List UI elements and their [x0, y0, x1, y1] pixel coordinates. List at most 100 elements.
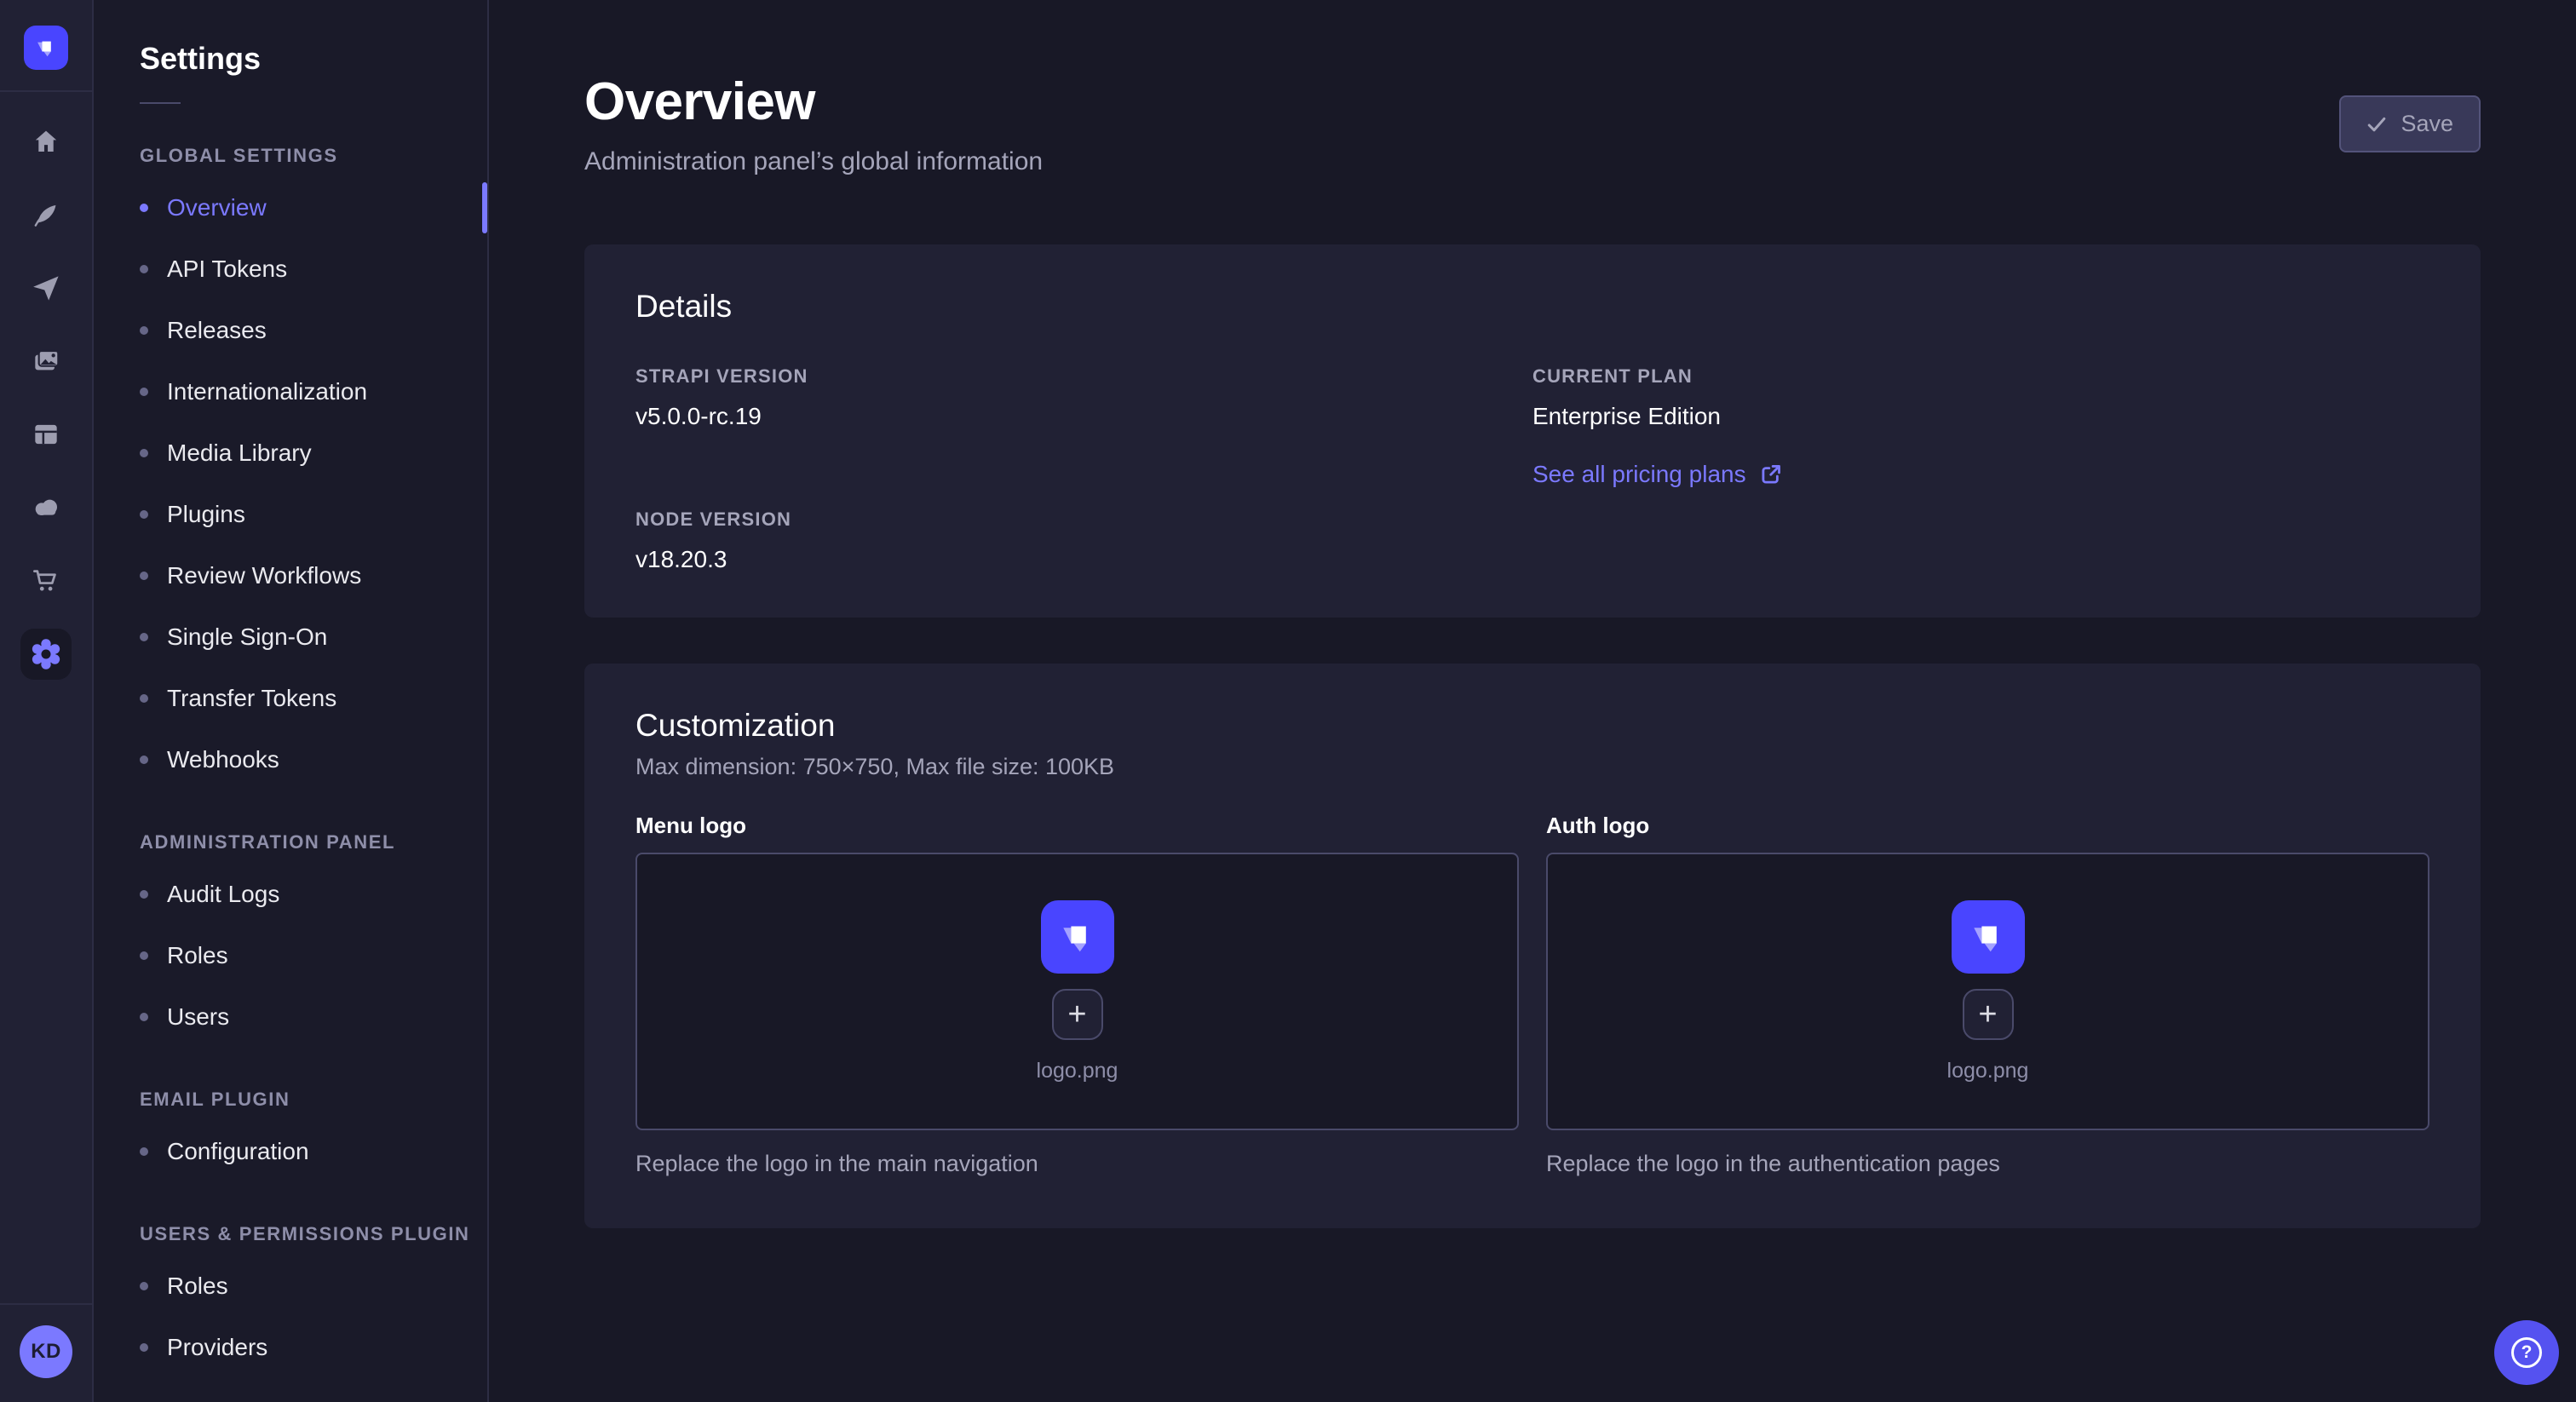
subnav-item-review-workflows[interactable]: Review Workflows — [94, 545, 487, 606]
menu-logo-column: Menu logo + logo.png Replace the logo — [635, 780, 1519, 1177]
cloud-icon[interactable] — [20, 482, 72, 533]
subnav-item-up-roles[interactable]: Roles — [94, 1255, 487, 1317]
subnav-item-label: Roles — [167, 942, 228, 969]
plus-icon: + — [1978, 998, 1997, 1031]
subnav-item-label: Overview — [167, 194, 267, 221]
subnav-item-email-configuration[interactable]: Configuration — [94, 1121, 487, 1182]
content-type-builder-layout-icon[interactable] — [20, 409, 72, 460]
subnav-item-transfer-tokens[interactable]: Transfer Tokens — [94, 668, 487, 729]
subnav-item-plugins[interactable]: Plugins — [94, 484, 487, 545]
users-permissions-list: Roles Providers — [94, 1255, 487, 1378]
plus-icon: + — [1067, 998, 1086, 1031]
details-title: Details — [635, 289, 2429, 325]
subnav-item-overview[interactable]: Overview — [94, 177, 487, 238]
subnav-item-api-tokens[interactable]: API Tokens — [94, 238, 487, 300]
app-root: KD Settings Global Settings Overview API… — [0, 0, 2576, 1402]
bullet-icon — [140, 326, 148, 335]
current-plan-field: Current plan Enterprise Edition — [1532, 365, 2429, 430]
section-administration-panel: Administration Panel — [94, 831, 487, 853]
question-mark-icon: ? — [2511, 1337, 2542, 1368]
subnav-item-label: Single Sign-On — [167, 623, 327, 651]
subnav-item-admin-users[interactable]: Users — [94, 986, 487, 1048]
subnav-item-webhooks[interactable]: Webhooks — [94, 729, 487, 790]
home-icon[interactable] — [20, 116, 72, 167]
subnav-item-up-providers[interactable]: Providers — [94, 1317, 487, 1378]
bullet-icon — [140, 1147, 148, 1156]
rail-icon-list — [20, 116, 72, 702]
save-button-label: Save — [2401, 111, 2453, 137]
page-title-block: Overview Administration panel’s global i… — [584, 72, 1043, 176]
current-plan-label: Current plan — [1532, 365, 2429, 388]
menu-logo-preview — [1041, 900, 1114, 974]
subnav-item-label: Audit Logs — [167, 881, 279, 908]
customization-card: Customization Max dimension: 750×750, Ma… — [584, 664, 2481, 1228]
pricing-plans-link-label: See all pricing plans — [1532, 461, 1746, 488]
menu-logo-upload-box[interactable]: + logo.png — [635, 853, 1519, 1130]
subnav-item-label: Media Library — [167, 440, 312, 467]
details-card: Details Strapi Version v5.0.0-rc.19 Node… — [584, 244, 2481, 618]
bullet-icon — [140, 951, 148, 960]
menu-logo-add-button[interactable]: + — [1052, 989, 1103, 1040]
settings-gear-icon[interactable] — [20, 629, 72, 680]
marketplace-cart-icon[interactable] — [20, 555, 72, 606]
node-version-label: Node Version — [635, 509, 1532, 531]
settings-subnav: Settings Global Settings Overview API To… — [94, 0, 489, 1402]
media-library-images-icon[interactable] — [20, 336, 72, 387]
content-manager-feather-icon[interactable] — [20, 189, 72, 240]
current-plan-value: Enterprise Edition — [1532, 403, 2429, 430]
customization-title: Customization — [635, 708, 2429, 744]
save-button[interactable]: Save — [2339, 95, 2481, 152]
subnav-title-divider — [140, 102, 181, 104]
subnav-item-releases[interactable]: Releases — [94, 300, 487, 361]
bullet-icon — [140, 265, 148, 273]
details-right-column: Current plan Enterprise Edition See all … — [1532, 365, 2429, 573]
subnav-item-label: Configuration — [167, 1138, 309, 1165]
details-grid: Strapi Version v5.0.0-rc.19 Node Version… — [635, 365, 2429, 573]
auth-logo-preview — [1952, 900, 2025, 974]
rail-bottom-divider — [0, 1303, 93, 1305]
page-header: Overview Administration panel’s global i… — [584, 72, 2481, 176]
bullet-icon — [140, 756, 148, 764]
node-version-value: v18.20.3 — [635, 546, 1532, 573]
details-left-column: Strapi Version v5.0.0-rc.19 Node Version… — [635, 365, 1532, 573]
strapi-version-field: Strapi Version v5.0.0-rc.19 — [635, 365, 1532, 430]
subnav-item-label: Transfer Tokens — [167, 685, 336, 712]
email-plugin-list: Configuration — [94, 1121, 487, 1182]
help-button[interactable]: ? — [2494, 1320, 2559, 1385]
customization-subtitle: Max dimension: 750×750, Max file size: 1… — [635, 754, 2429, 780]
auth-logo-column: Auth logo + logo.png Replace the logo — [1546, 780, 2429, 1177]
auth-logo-add-button[interactable]: + — [1963, 989, 2014, 1040]
subnav-item-label: Users — [167, 1003, 229, 1031]
bullet-icon — [140, 204, 148, 212]
pricing-plans-link[interactable]: See all pricing plans — [1532, 461, 1782, 488]
strapi-version-value: v5.0.0-rc.19 — [635, 403, 1532, 430]
bullet-icon — [140, 510, 148, 519]
subnav-item-label: Providers — [167, 1334, 267, 1361]
auth-logo-upload-box[interactable]: + logo.png — [1546, 853, 2429, 1130]
deploy-plane-icon[interactable] — [20, 262, 72, 313]
menu-logo-label: Menu logo — [635, 813, 1519, 839]
subnav-item-audit-logs[interactable]: Audit Logs — [94, 864, 487, 925]
menu-logo-caption: Replace the logo in the main navigation — [635, 1151, 1519, 1177]
rail-divider — [0, 90, 93, 92]
subnav-item-media-library[interactable]: Media Library — [94, 422, 487, 484]
auth-logo-filename: logo.png — [1947, 1059, 2029, 1083]
subnav-item-single-sign-on[interactable]: Single Sign-On — [94, 606, 487, 668]
subnav-item-internationalization[interactable]: Internationalization — [94, 361, 487, 422]
strapi-logo[interactable] — [24, 26, 68, 70]
subnav-item-label: Roles — [167, 1273, 228, 1300]
administration-panel-list: Audit Logs Roles Users — [94, 864, 487, 1048]
user-avatar[interactable]: KD — [20, 1325, 72, 1378]
section-global-settings: Global Settings — [94, 145, 487, 167]
subnav-item-admin-roles[interactable]: Roles — [94, 925, 487, 986]
logo-grid: Menu logo + logo.png Replace the logo — [635, 780, 2429, 1177]
page-subtitle: Administration panel’s global informatio… — [584, 147, 1043, 176]
bullet-icon — [140, 633, 148, 641]
section-users-permissions-plugin: Users & Permissions plugin — [94, 1223, 487, 1245]
bullet-icon — [140, 890, 148, 899]
auth-logo-caption: Replace the logo in the authentication p… — [1546, 1151, 2429, 1177]
subnav-item-label: Webhooks — [167, 746, 279, 773]
subnav-item-label: Internationalization — [167, 378, 367, 405]
bullet-icon — [140, 572, 148, 580]
bullet-icon — [140, 449, 148, 457]
